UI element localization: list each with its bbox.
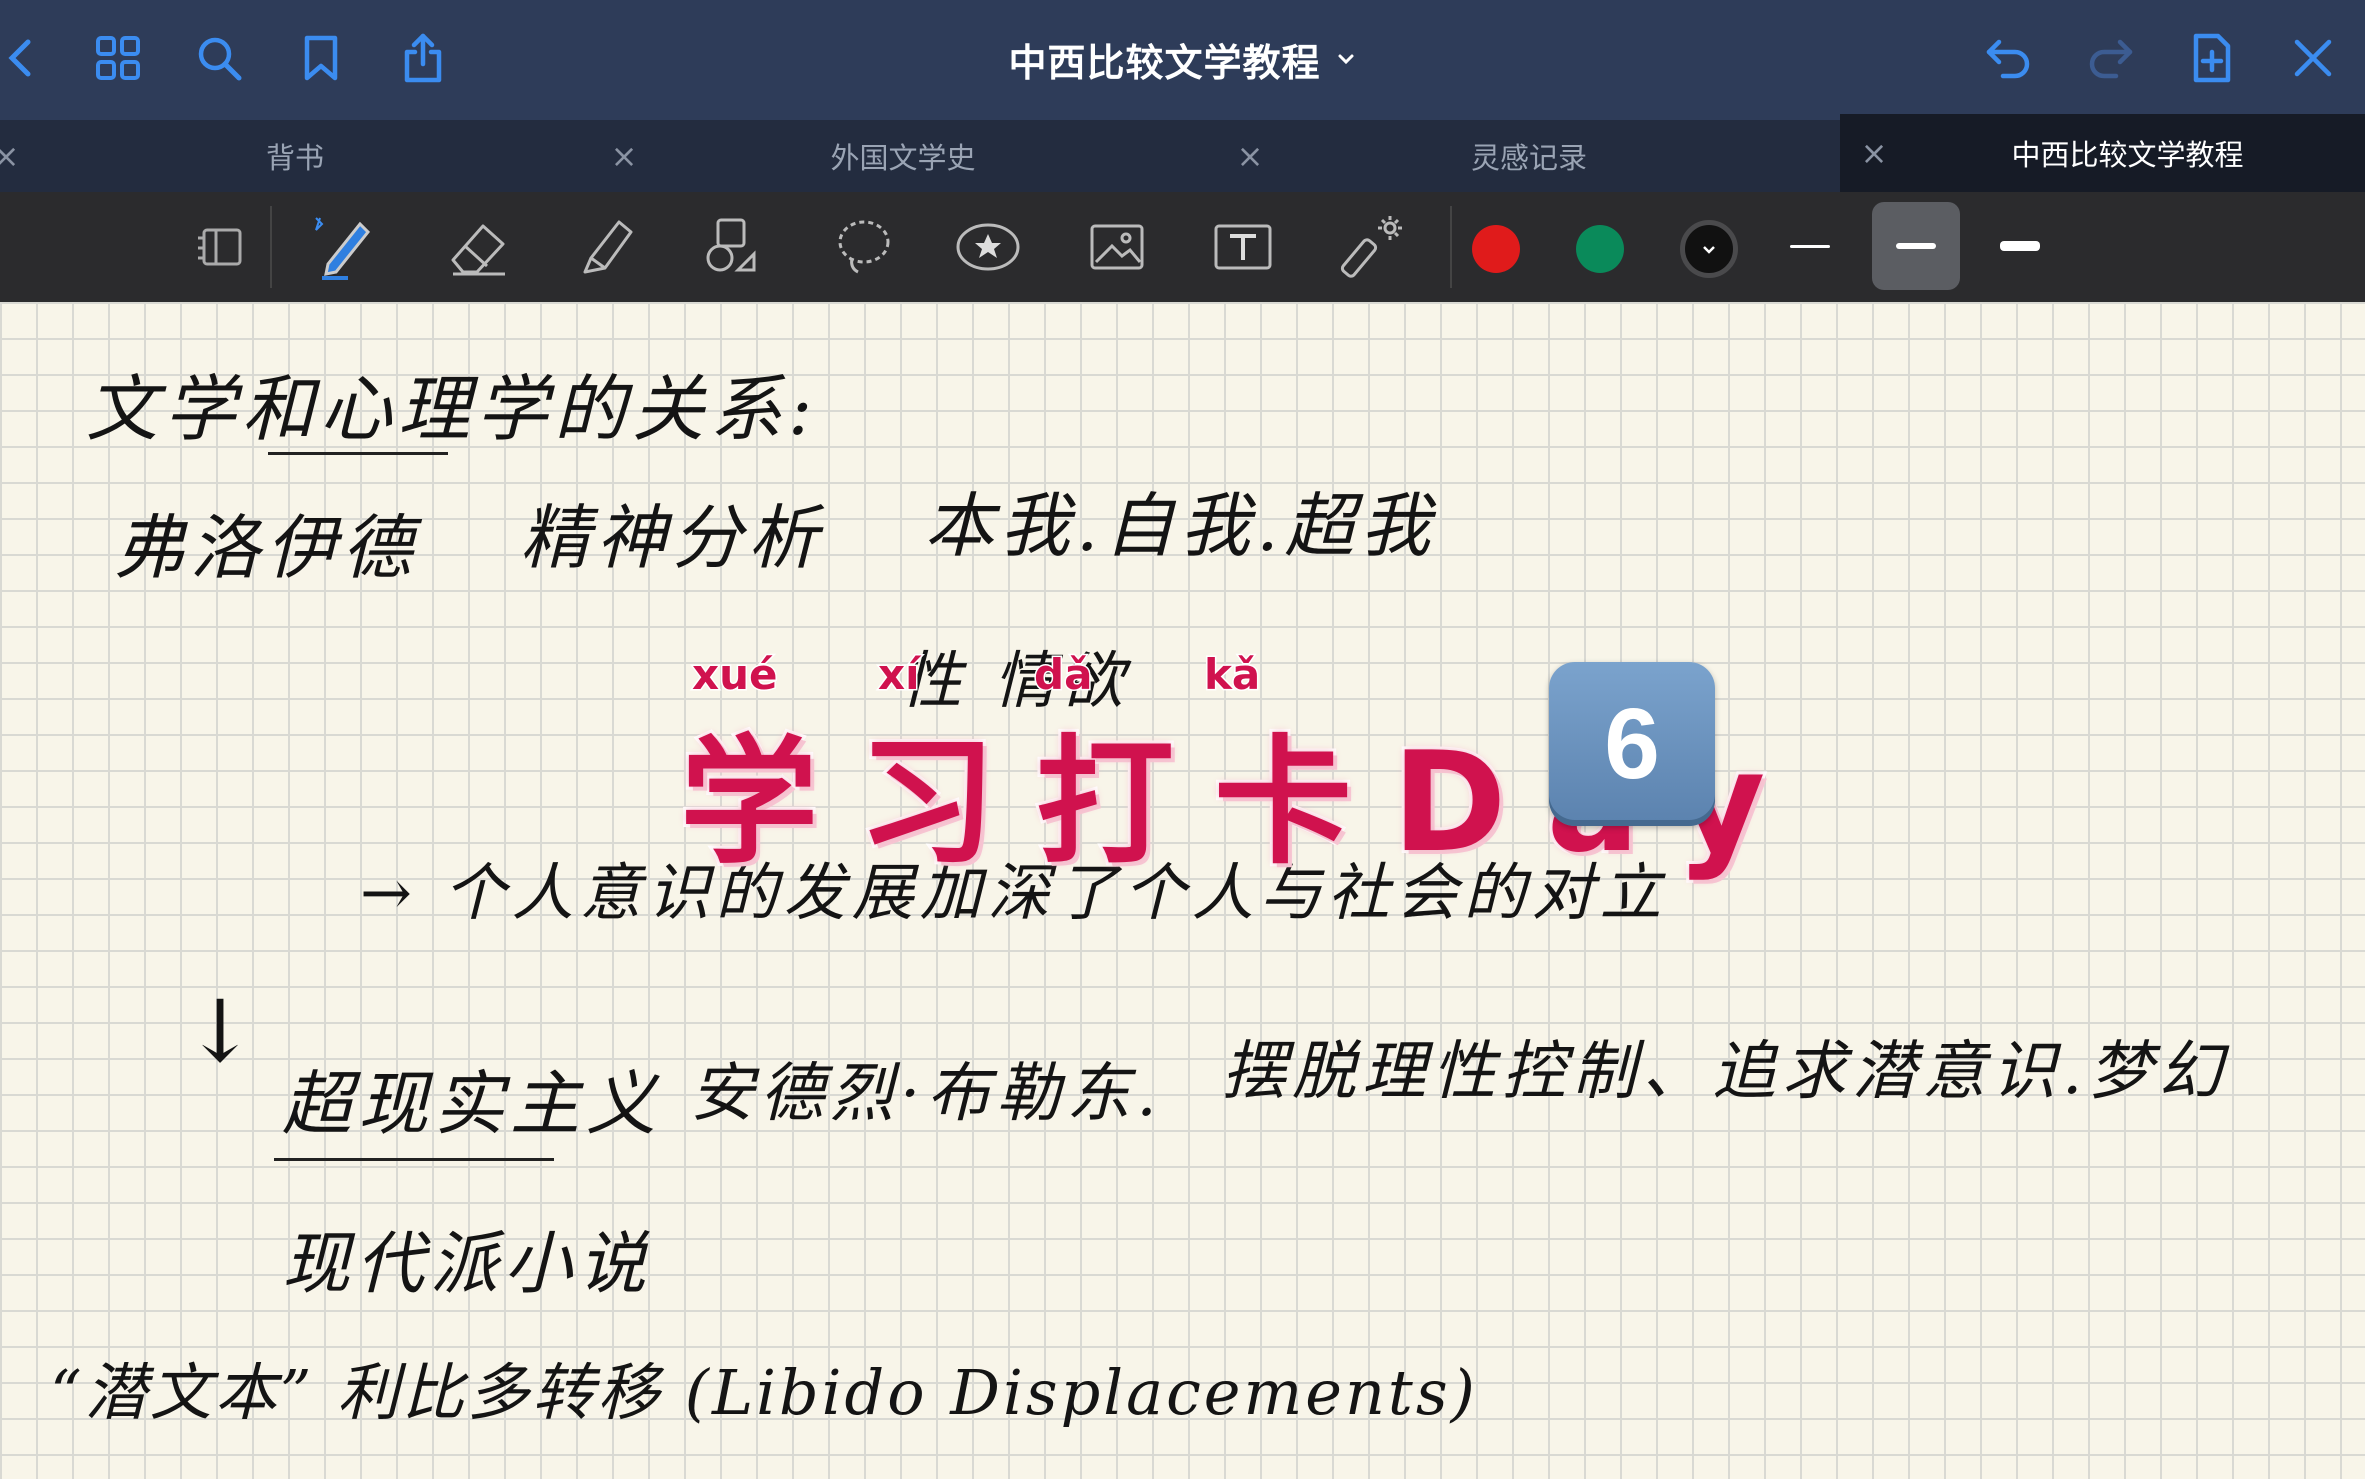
keycap-number-emoji: 6 [1549,662,1715,826]
image-icon[interactable] [1074,204,1160,290]
stroke-medium-button[interactable] [1872,202,1960,290]
redo-icon[interactable] [2074,22,2146,94]
note-canvas[interactable]: 文学和心理学的关系: 弗洛伊德 精神分析 本我.自我.超我 性 情欲 → 个人意… [0,302,2365,1479]
document-title: 中西比较文学教程 [1008,40,1321,85]
tab-close-icon[interactable]: × [602,120,646,192]
grid-view-icon[interactable] [82,22,154,94]
sticker-icon[interactable] [945,204,1031,290]
color-swatch-red[interactable] [1472,225,1520,273]
underline [268,452,448,455]
tab-close-icon[interactable]: × [1852,114,1896,192]
color-swatch-green[interactable] [1576,225,1624,273]
handwriting-line: 弗洛伊德 [114,507,418,589]
chevron-down-icon [1338,54,1353,65]
title-bar: 中西比较文学教程 [0,0,2365,120]
tab-bar: × 背书 × 外国文学史 × 灵感记录 × 中西比较文学教程 [0,114,2365,192]
tab-beishu[interactable]: 背书 [30,120,560,192]
drawing-toolbar [0,192,2365,302]
tab-linggan-jilu[interactable]: 灵感记录 [1274,120,1784,192]
tab-zhongxi-bijiao-active[interactable]: × 中西比较文学教程 [1840,114,2365,192]
shapes-icon[interactable] [690,204,776,290]
document-title-button[interactable]: 中西比较文学教程 [900,26,1465,92]
reader-mode-icon[interactable] [178,204,264,290]
handwriting-line: 安德烈·布勒东. [690,1057,1163,1131]
handwriting-line: “潜文本” 利比多转移 (Libido Displacements) [50,1356,1478,1429]
back-chevron-icon[interactable] [0,22,58,94]
tab-waiguo-wenxueshi[interactable]: 外国文学史 [648,120,1158,192]
handwriting-line: 摆脱理性控制、追求潜意识.梦幻 [1222,1035,2229,1109]
handwriting-line: 本我.自我.超我 [924,485,1437,567]
bookmark-icon[interactable] [285,22,357,94]
tab-close-icon[interactable]: × [1228,120,1272,192]
undo-icon[interactable] [1973,22,2045,94]
close-icon[interactable] [2277,22,2349,94]
share-icon[interactable] [387,22,459,94]
chevron-down-icon [1703,246,1715,254]
pen-icon[interactable] [300,204,386,290]
handwriting-line: 文学和心理学的关系: [86,367,819,451]
stroke-thin-button[interactable] [1766,202,1854,290]
search-icon[interactable] [183,22,255,94]
handwriting-line: 现代派小说 [282,1225,653,1304]
handwriting-line: 超现实主义 [282,1063,662,1145]
handwriting-arrow: ↓ [184,982,257,1082]
laser-pointer-icon[interactable] [1330,204,1416,290]
eraser-icon[interactable] [435,204,521,290]
add-page-icon[interactable] [2176,22,2248,94]
color-swatch-black-selected[interactable] [1680,220,1738,278]
handwriting-line: 精神分析 [520,497,824,579]
stroke-thick-button[interactable] [1976,202,2064,290]
underline [274,1158,554,1161]
lasso-icon[interactable] [820,204,906,290]
highlighter-icon[interactable] [565,204,651,290]
text-box-icon[interactable] [1200,204,1286,290]
tab-close-icon[interactable]: × [0,120,28,192]
